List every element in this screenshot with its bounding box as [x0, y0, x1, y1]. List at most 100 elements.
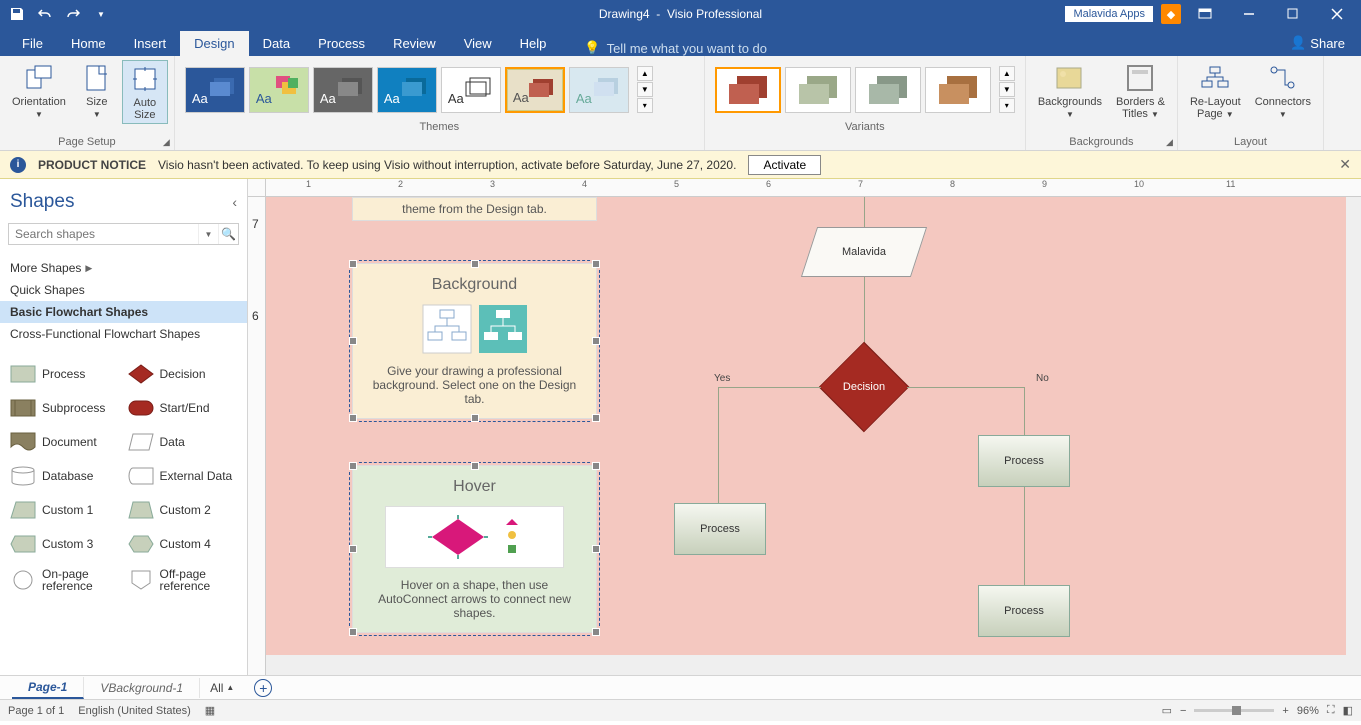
tab-design[interactable]: Design [180, 31, 248, 56]
shape-custom1[interactable]: Custom 1 [8, 497, 122, 523]
shape-data[interactable]: Data [126, 429, 240, 455]
help-card-background[interactable]: Background Give your drawing a professio… [352, 263, 597, 419]
borders-titles-button[interactable]: Borders & Titles ▼ [1110, 60, 1171, 122]
help-card-theme[interactable]: theme from the Design tab. [352, 197, 597, 221]
flow-connector[interactable] [1024, 387, 1025, 435]
shape-process[interactable]: Process [8, 361, 122, 387]
shape-document[interactable]: Document [8, 429, 122, 455]
user-avatar-icon[interactable]: ◆ [1161, 4, 1181, 24]
qat-customize-icon[interactable]: ▼ [90, 3, 112, 25]
backgrounds-button[interactable]: Backgrounds▼ [1032, 60, 1108, 122]
gallery-up-icon[interactable]: ▲ [999, 66, 1015, 81]
more-shapes[interactable]: More Shapes ▶ [0, 257, 247, 279]
flow-connector[interactable] [1024, 487, 1025, 585]
flow-node-decision[interactable]: Decision [819, 357, 909, 417]
presentation-mode-icon[interactable]: ▭ [1162, 704, 1172, 717]
page-tab-1[interactable]: Page-1 [12, 677, 84, 699]
close-icon[interactable] [1317, 0, 1357, 28]
shape-onpage-ref[interactable]: On-page reference [8, 565, 122, 595]
connectors-button[interactable]: Connectors▼ [1249, 60, 1317, 122]
theme-swatch[interactable]: Aa [377, 67, 437, 113]
minimize-icon[interactable] [1229, 0, 1269, 28]
share-button[interactable]: 👤Share [1274, 30, 1361, 56]
collapse-pane-icon[interactable]: ‹ [232, 194, 237, 210]
zoom-slider[interactable] [1194, 709, 1274, 712]
maximize-icon[interactable] [1273, 0, 1313, 28]
flow-connector[interactable] [864, 197, 865, 227]
shape-decision[interactable]: Decision [126, 361, 240, 387]
save-icon[interactable] [6, 3, 28, 25]
add-page-button[interactable]: + [254, 679, 272, 697]
variant-swatch[interactable] [855, 67, 921, 113]
tab-process[interactable]: Process [304, 31, 379, 56]
canvas-viewport[interactable]: theme from the Design tab. Background Gi… [266, 197, 1361, 675]
tab-help[interactable]: Help [506, 31, 561, 56]
shape-database[interactable]: Database [8, 463, 122, 489]
quick-shapes[interactable]: Quick Shapes [0, 279, 247, 301]
variant-swatch[interactable] [925, 67, 991, 113]
theme-swatch[interactable]: Aa [441, 67, 501, 113]
close-notice-icon[interactable]: ✕ [1339, 156, 1351, 173]
variant-swatch[interactable] [785, 67, 851, 113]
cross-functional-shapes[interactable]: Cross-Functional Flowchart Shapes [0, 323, 247, 345]
status-language[interactable]: English (United States) [78, 705, 191, 717]
theme-swatch[interactable]: Aa [505, 67, 565, 113]
gallery-down-icon[interactable]: ▼ [637, 82, 653, 97]
page-tab-vbackground[interactable]: VBackground-1 [84, 678, 200, 698]
search-icon[interactable]: 🔍 [218, 224, 238, 244]
theme-swatch[interactable]: Aa [249, 67, 309, 113]
user-name[interactable]: Malavida Apps [1065, 6, 1153, 22]
variant-swatch[interactable] [715, 67, 781, 113]
gallery-down-icon[interactable]: ▼ [999, 82, 1015, 97]
activate-button[interactable]: Activate [748, 155, 821, 175]
backgrounds-launcher-icon[interactable]: ◢ [1166, 137, 1173, 148]
undo-icon[interactable] [34, 3, 56, 25]
theme-swatch[interactable]: Aa [185, 67, 245, 113]
flow-node-data[interactable]: Malavida [809, 227, 919, 277]
zoom-in-icon[interactable]: + [1282, 705, 1288, 717]
relayout-button[interactable]: Re-Layout Page ▼ [1184, 60, 1247, 122]
flow-connector[interactable] [907, 387, 1025, 388]
flow-node-process[interactable]: Process [674, 503, 766, 555]
zoom-out-icon[interactable]: − [1180, 705, 1186, 717]
shape-subprocess[interactable]: Subprocess [8, 395, 122, 421]
tab-review[interactable]: Review [379, 31, 450, 56]
switch-windows-icon[interactable]: ◧ [1343, 704, 1353, 717]
shape-custom3[interactable]: Custom 3 [8, 531, 122, 557]
redo-icon[interactable] [62, 3, 84, 25]
shape-custom4[interactable]: Custom 4 [126, 531, 240, 557]
shape-external-data[interactable]: External Data [126, 463, 240, 489]
gallery-more-icon[interactable]: ▾ [637, 98, 653, 113]
tab-file[interactable]: File [8, 31, 57, 56]
tab-view[interactable]: View [450, 31, 506, 56]
tab-data[interactable]: Data [249, 31, 304, 56]
page-tab-all[interactable]: All▲ [200, 678, 244, 698]
flow-node-process[interactable]: Process [978, 585, 1070, 637]
flow-connector[interactable] [718, 387, 719, 503]
ribbon-display-icon[interactable] [1185, 0, 1225, 28]
tab-insert[interactable]: Insert [120, 31, 181, 56]
macro-record-icon[interactable]: ▦ [205, 704, 215, 717]
orientation-button[interactable]: Orientation▼ [6, 60, 72, 122]
zoom-level[interactable]: 96% [1297, 705, 1319, 717]
theme-swatch[interactable]: Aa [313, 67, 373, 113]
tab-home[interactable]: Home [57, 31, 120, 56]
flow-connector[interactable] [718, 387, 821, 388]
autosize-button[interactable]: Auto Size [122, 60, 168, 124]
gallery-more-icon[interactable]: ▾ [999, 98, 1015, 113]
shape-startend[interactable]: Start/End [126, 395, 240, 421]
tell-me-search[interactable]: 💡Tell me what you want to do [584, 40, 767, 56]
shape-custom2[interactable]: Custom 2 [126, 497, 240, 523]
search-input[interactable] [9, 224, 198, 244]
gallery-up-icon[interactable]: ▲ [637, 66, 653, 81]
theme-swatch[interactable]: Aa [569, 67, 629, 113]
size-button[interactable]: Size▼ [74, 60, 120, 122]
flow-node-process[interactable]: Process [978, 435, 1070, 487]
fit-page-icon[interactable]: ⛶ [1327, 704, 1335, 717]
page-setup-launcher-icon[interactable]: ◢ [163, 137, 170, 148]
help-card-hover[interactable]: Hover Hover on a shape, then use AutoCon… [352, 465, 597, 633]
shape-offpage-ref[interactable]: Off-page reference [126, 565, 240, 595]
basic-flowchart-shapes[interactable]: Basic Flowchart Shapes [0, 301, 247, 323]
search-dropdown-icon[interactable]: ▼ [198, 224, 218, 244]
drawing-page[interactable]: theme from the Design tab. Background Gi… [266, 197, 1346, 655]
